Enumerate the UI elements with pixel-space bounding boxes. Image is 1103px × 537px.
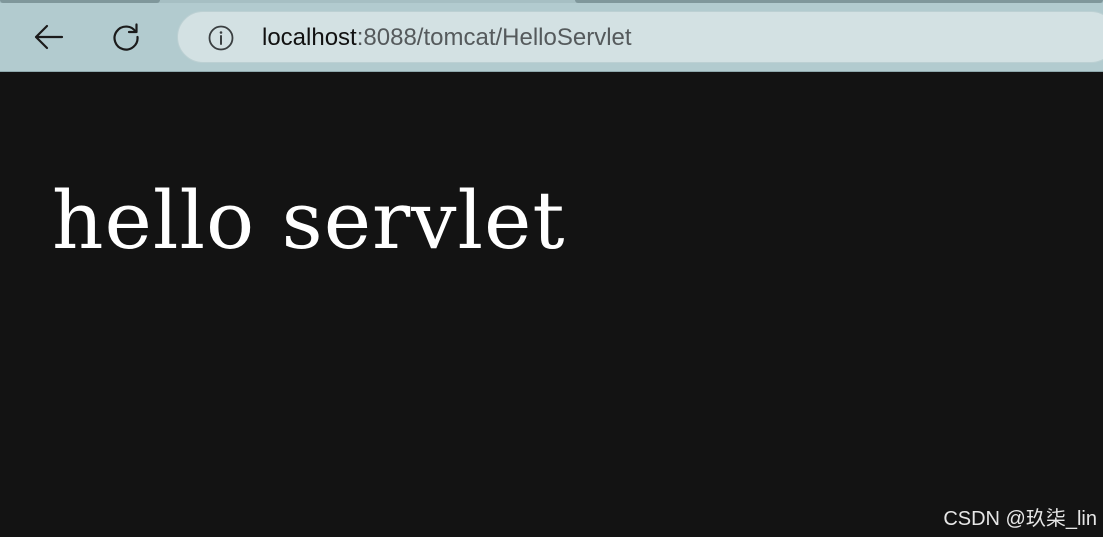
- url-host: localhost: [262, 24, 357, 51]
- arrow-left-icon: [34, 24, 64, 50]
- reload-button[interactable]: [104, 15, 148, 59]
- reload-icon: [113, 23, 139, 51]
- tab-strip-edge: [0, 0, 1103, 3]
- info-icon[interactable]: [208, 25, 234, 51]
- tab-edge-left: [0, 0, 160, 3]
- url-path: :8088/tomcat/HelloServlet: [356, 24, 632, 51]
- back-button[interactable]: [27, 15, 71, 59]
- page-content: hello servlet: [0, 72, 1103, 537]
- browser-toolbar: localhost:8088/tomcat/HelloServlet: [0, 0, 1103, 72]
- url-text[interactable]: localhost:8088/tomcat/HelloServlet: [262, 22, 632, 54]
- page-body-text: hello servlet: [52, 174, 566, 267]
- watermark: CSDN @玖柒_lin: [943, 508, 1097, 530]
- tab-edge-right: [575, 0, 1103, 3]
- address-bar[interactable]: localhost:8088/tomcat/HelloServlet: [177, 11, 1103, 63]
